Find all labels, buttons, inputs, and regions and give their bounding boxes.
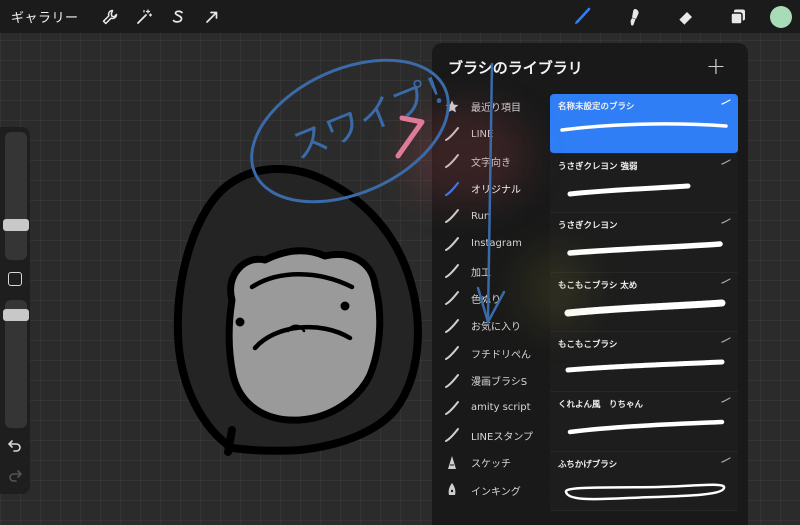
stroke-icon — [445, 428, 459, 443]
selection-s-icon[interactable] — [161, 0, 195, 33]
brush-set-label: 色ぬり — [471, 294, 501, 306]
brush-set-line-stamp[interactable]: LINEスタンプ — [432, 422, 550, 449]
smudge-icon[interactable] — [608, 0, 660, 33]
brush-icon[interactable] — [556, 0, 608, 33]
brush-name: ふちかげブラシ — [558, 459, 618, 470]
brush-set-fuchidori[interactable]: フチドリぺん — [432, 340, 550, 367]
brush-stroke-preview — [567, 241, 723, 256]
brush-item[interactable]: くれよん風 りちゃん — [550, 391, 738, 452]
brush-name: くれよん風 りちゃん — [558, 399, 644, 410]
brush-set-label: Instagram — [471, 238, 522, 250]
brush-set-run[interactable]: Run — [432, 203, 550, 230]
brush-name: うさぎクレヨン — [558, 221, 618, 232]
stroke-icon — [445, 318, 459, 333]
brush-stroke-preview — [567, 183, 691, 197]
add-brush-set-button[interactable]: + — [706, 52, 726, 80]
gallery-button[interactable]: ギャラリー — [11, 7, 79, 26]
brush-item[interactable]: もこもこブラシ — [550, 332, 738, 392]
stroke-icon — [721, 278, 731, 284]
stroke-icon — [445, 209, 459, 224]
eraser-icon[interactable] — [660, 0, 712, 33]
brush-name: 名称未設定のブラシ — [558, 102, 635, 112]
highlight-glow — [400, 105, 530, 205]
modify-button[interactable] — [8, 272, 22, 286]
brush-set-amity[interactable]: amity script — [432, 394, 550, 421]
brush-set-label: インキング — [471, 486, 521, 498]
stroke-icon — [445, 373, 459, 388]
brush-set-label: 加工 — [471, 267, 491, 279]
brush-name: もこもこブラシ — [558, 340, 618, 351]
brush-set-inking[interactable]: インキング — [432, 476, 550, 503]
brush-set-label: 漫画ブラシS — [471, 377, 528, 389]
brush-item-selected[interactable]: 名称未設定のブラシ — [550, 94, 738, 154]
brush-item[interactable]: ふちかげブラシ — [550, 451, 738, 512]
opacity-handle[interactable] — [3, 309, 29, 321]
stroke-icon — [445, 264, 459, 279]
magic-wand-icon[interactable] — [127, 0, 161, 33]
brush-stroke-preview — [564, 483, 726, 500]
brush-size-slider[interactable] — [5, 132, 27, 260]
brush-stroke-preview — [565, 359, 725, 373]
brush-set-sketch[interactable]: スケッチ — [432, 449, 550, 476]
panel-title: ブラシのライブラリ — [448, 59, 583, 77]
brush-size-handle[interactable] — [3, 219, 29, 231]
stroke-icon — [445, 291, 459, 306]
stroke-icon — [721, 218, 731, 224]
brush-set-manga[interactable]: 漫画ブラシS — [432, 367, 550, 394]
brush-stroke-preview — [560, 122, 728, 132]
brush-set-label: お気に入り — [471, 322, 521, 334]
brush-item[interactable]: うさぎクレヨン 強弱 — [550, 153, 738, 214]
stroke-icon — [721, 158, 731, 165]
brush-set-label: amity script — [471, 402, 531, 414]
brush-stroke-preview — [567, 419, 725, 435]
brush-set-label: スケッチ — [471, 459, 511, 471]
stroke-icon — [445, 236, 459, 251]
highlight-glow — [520, 250, 590, 330]
left-sidebar — [0, 127, 30, 494]
brush-set-instagram[interactable]: Instagram — [432, 230, 550, 257]
stroke-icon — [721, 456, 731, 463]
stroke-icon — [445, 346, 459, 361]
undo-icon[interactable] — [7, 437, 23, 453]
redo-icon[interactable] — [7, 467, 23, 483]
color-picker-button[interactable] — [770, 5, 792, 28]
stroke-icon — [721, 397, 731, 403]
brush-name: うさぎクレヨン 強弱 — [558, 161, 638, 172]
top-toolbar: ギャラリー — [0, 0, 800, 33]
ink-nib-icon — [448, 483, 456, 496]
stroke-icon — [721, 99, 731, 105]
brush-set-label: LINEスタンプ — [471, 431, 534, 443]
brush-set-label: フチドリぺん — [471, 349, 531, 361]
layers-icon[interactable] — [712, 0, 764, 33]
pencil-tip-icon — [448, 455, 456, 469]
arrow-transform-icon[interactable] — [195, 0, 229, 33]
wrench-icon[interactable] — [93, 0, 127, 33]
stroke-icon — [721, 337, 731, 343]
stroke-icon — [445, 400, 459, 415]
brush-set-label: Run — [471, 210, 491, 222]
